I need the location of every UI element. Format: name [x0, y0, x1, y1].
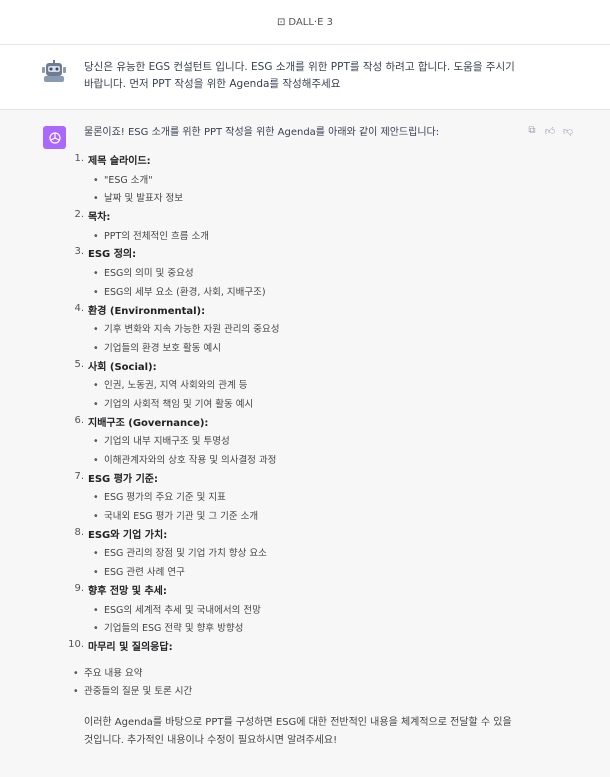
thumbs-up-icon[interactable]: 👍︎: [544, 125, 556, 137]
section-items: ESG의 의미 및 중요성ESG의 세부 요소 (환경, 사회, 지배구조): [88, 265, 524, 302]
list-item: PPT의 전체적인 흐름 소개: [88, 228, 524, 247]
assistant-message: 물론이죠! ESG 소개를 위한 PPT 작성을 위한 Agenda를 아래와 …: [68, 125, 524, 750]
section-items: PPT의 전체적인 흐름 소개: [88, 228, 524, 247]
list-item: ESG 관리의 장점 및 기업 가치 향상 요소: [88, 545, 524, 564]
section-number: 7.: [74, 470, 84, 482]
section-items: 기후 변화와 지속 가능한 자원 관리의 중요성기업들의 환경 보호 활동 예시: [88, 321, 524, 358]
list-item: 국내외 ESG 평가 기관 및 그 기준 소개: [88, 508, 524, 527]
section-items: ESG 관리의 장점 및 기업 가치 향상 요소ESG 관련 사례 연구: [88, 545, 524, 582]
section-items: ESG 평가의 주요 기준 및 지표국내외 ESG 평가 기관 및 그 기준 소…: [88, 489, 524, 526]
section-title: 목차:: [88, 212, 111, 224]
list-item: "ESG 소개": [88, 172, 524, 191]
list-item: 이해관계자와의 상호 작용 및 의사결정 과정: [88, 452, 524, 471]
section-items: 기업의 내부 지배구조 및 투명성이해관계자와의 상호 작용 및 의사결정 과정: [88, 433, 524, 470]
section-number: 5.: [74, 358, 84, 370]
model-header[interactable]: ⊡ DALL·E 3: [0, 0, 610, 45]
list-item: 인권, 노동권, 지역 사회와의 관계 등: [88, 377, 524, 396]
section-title: 지배구조 (Governance):: [88, 417, 209, 429]
list-item: 기후 변화와 지속 가능한 자원 관리의 중요성: [88, 321, 524, 340]
list-item: ESG의 세계적 추세 및 국내에서의 전망: [88, 602, 524, 621]
closing-item: 주요 내용 요약: [72, 665, 524, 684]
section-title: 마무리 및 질의응답:: [88, 641, 173, 653]
list-item: 기업들의 환경 보호 활동 예시: [88, 340, 524, 359]
list-item: 기업의 사회적 책임 및 기여 활동 예시: [88, 396, 524, 415]
openai-logo: [43, 126, 66, 149]
list-item: ESG의 의미 및 중요성: [88, 265, 524, 284]
agenda-section: 1. 제목 슬라이드: "ESG 소개"날짜 및 발표자 정보: [74, 153, 524, 209]
agenda-section: 5. 사회 (Social): 인권, 노동권, 지역 사회와의 관계 등기업의 사…: [74, 359, 524, 415]
section-number: 2.: [74, 209, 84, 221]
section-items: 인권, 노동권, 지역 사회와의 관계 등기업의 사회적 책임 및 기여 활동 …: [88, 377, 524, 414]
section-title: ESG 정의:: [88, 249, 137, 261]
section-number: 6.: [74, 414, 84, 426]
section-items: ESG의 세계적 추세 및 국내에서의 전망기업들의 ESG 전략 및 향후 방…: [88, 602, 524, 639]
user-message: 당신은 유능한 EGS 컨설턴트 입니다. ESG 소개를 위한 PPT를 작성…: [84, 61, 515, 90]
agenda-list: 1. 제목 슬라이드: "ESG 소개"날짜 및 발표자 정보 2. 목차: PPT의 전…: [68, 153, 524, 658]
agenda-section: 4. 환경 (Environmental): 기후 변화와 지속 가능한 자원 관리…: [74, 303, 524, 359]
agenda-section: 9. 향후 전망 및 추세: ESG의 세계적 추세 및 국내에서의 전망기업들의 …: [74, 583, 524, 639]
model-name: DALL·E 3: [288, 16, 333, 28]
outro-text: 이러한 Agenda를 바탕으로 PPT를 구성하면 ESG에 대한 전반적인 …: [84, 716, 512, 746]
section-title: 사회 (Social):: [88, 361, 157, 373]
closing-list: 주요 내용 요약관중들의 질문 및 토론 시간: [72, 665, 524, 702]
thumbs-down-icon[interactable]: 👎︎: [562, 125, 574, 137]
section-title: 제목 슬라이드:: [88, 156, 151, 167]
image-icon: ⊡: [277, 16, 286, 28]
agenda-section: 7. ESG 평가 기준: ESG 평가의 주요 기준 및 지표국내외 ESG 평가…: [74, 471, 524, 527]
agenda-section: 3. ESG 정의: ESG의 의미 및 중요성ESG의 세부 요소 (환경, 사회…: [74, 246, 524, 302]
list-item: ESG 평가의 주요 기준 및 지표: [88, 489, 524, 508]
section-title: ESG와 기업 가치:: [88, 529, 168, 541]
section-number: 8.: [74, 526, 84, 538]
list-item: 기업들의 ESG 전략 및 향후 방향성: [88, 620, 524, 639]
section-title: 환경 (Environmental):: [88, 305, 206, 317]
robot-avatar: [42, 59, 66, 85]
agenda-section: 10. 마무리 및 질의응답:: [68, 639, 524, 658]
intro-text: 물론이죠! ESG 소개를 위한 PPT 작성을 위한 Agenda를 아래와 …: [84, 127, 440, 138]
section-number: 1.: [74, 153, 84, 164]
assistant-message-row: ⧉ 👍︎ 👎︎ 물론이죠! ESG 소개를 위한 PPT 작성을 위한 Agen…: [0, 110, 610, 777]
copy-icon[interactable]: ⧉: [526, 125, 538, 137]
list-item: ESG의 세부 요소 (환경, 사회, 지배구조): [88, 284, 524, 303]
section-number: 10.: [68, 638, 84, 650]
closing-item: 관중들의 질문 및 토론 시간: [72, 683, 524, 702]
user-message-row: 당신은 유능한 EGS 컨설턴트 입니다. ESG 소개를 위한 PPT를 작성…: [0, 45, 610, 110]
agenda-section: 8. ESG와 기업 가치: ESG 관리의 장점 및 기업 가치 향상 요소ESG…: [74, 527, 524, 583]
section-number: 9.: [74, 582, 84, 594]
agenda-section: 6. 지배구조 (Governance): 기업의 내부 지배구조 및 투명성이해관…: [74, 415, 524, 471]
section-title: ESG 평가 기준:: [88, 473, 159, 485]
section-number: 4.: [74, 302, 84, 314]
list-item: ESG 관련 사례 연구: [88, 564, 524, 583]
list-item: 날짜 및 발표자 정보: [88, 190, 524, 209]
list-item: 기업의 내부 지배구조 및 투명성: [88, 433, 524, 452]
section-number: 3.: [74, 246, 84, 258]
message-actions: ⧉ 👍︎ 👎︎: [526, 125, 574, 137]
section-title: 향후 전망 및 추세:: [88, 585, 167, 597]
section-items: "ESG 소개"날짜 및 발표자 정보: [88, 172, 524, 209]
agenda-section: 2. 목차: PPT의 전체적인 흐름 소개: [74, 209, 524, 247]
